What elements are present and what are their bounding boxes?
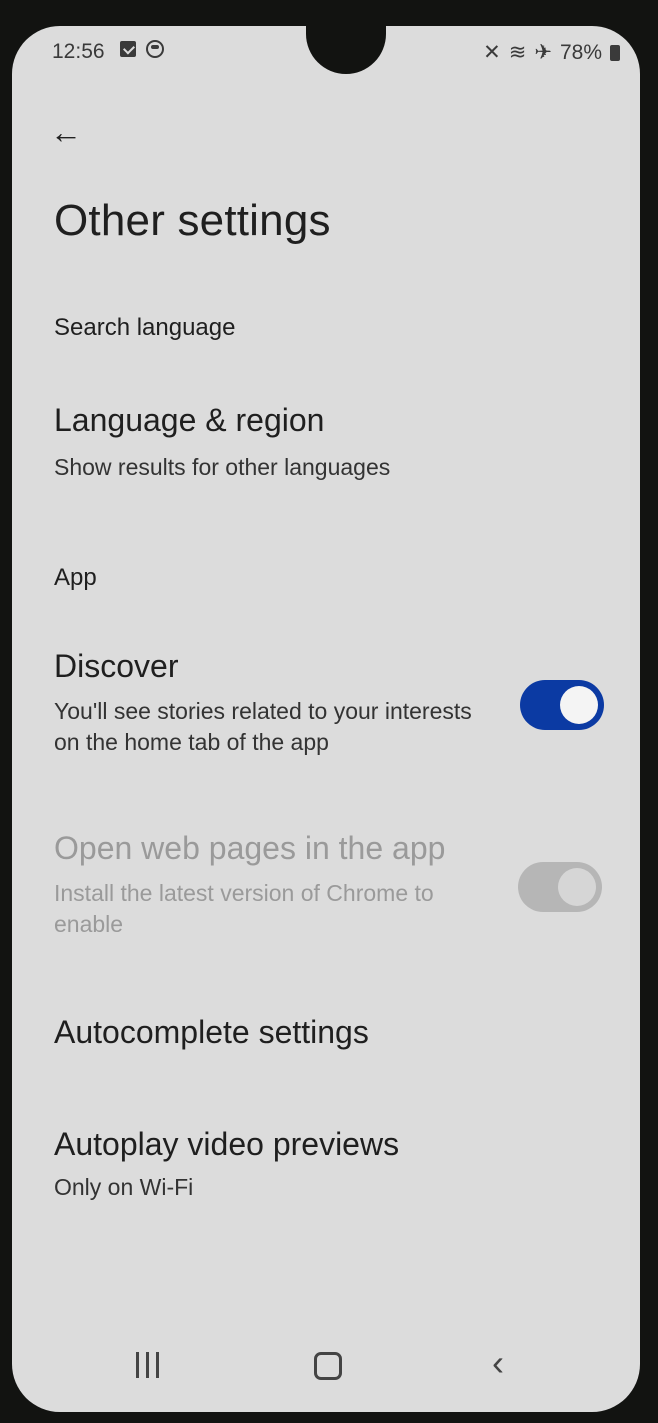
setting-title: Discover — [54, 648, 179, 684]
app-screen: 12:56 ✕ ≋ ✈ 78% ← Other settings Search … — [12, 26, 640, 1412]
setting-subtitle: Only on Wi-Fi — [54, 1174, 194, 1200]
circle-icon — [146, 40, 164, 58]
setting-discover[interactable]: Discover You'll see stories related to y… — [12, 636, 640, 776]
setting-autoplay[interactable]: Autoplay video previews Only on Wi-Fi — [12, 1114, 640, 1224]
section-header-search-language: Search language — [54, 314, 236, 341]
setting-subtitle: Install the latest version of Chrome to … — [54, 880, 434, 937]
back-arrow-icon: ← — [50, 114, 82, 150]
navigation-bar: ‹ — [12, 1322, 640, 1412]
chevron-left-icon: ‹ — [492, 1342, 504, 1383]
setting-language-region[interactable]: Language & region Show results for other… — [12, 386, 640, 496]
checkbox-icon — [120, 41, 136, 57]
recents-button[interactable] — [136, 1352, 159, 1378]
status-time: 12:56 — [52, 40, 105, 63]
discover-toggle[interactable] — [520, 680, 604, 730]
home-button[interactable] — [314, 1352, 342, 1380]
toggle-knob — [558, 868, 596, 906]
page-title: Other settings — [54, 196, 331, 245]
airplane-icon: ✈ — [534, 41, 552, 64]
setting-title: Autocomplete settings — [54, 1014, 369, 1050]
setting-title: Autoplay video previews — [54, 1126, 400, 1162]
open-web-pages-toggle — [518, 862, 602, 912]
setting-subtitle: You'll see stories related to your inter… — [54, 698, 472, 755]
setting-autocomplete[interactable]: Autocomplete settings — [12, 1002, 640, 1072]
setting-open-web-pages: Open web pages in the app Install the la… — [12, 822, 640, 962]
battery-icon — [610, 44, 620, 61]
toggle-knob — [560, 686, 598, 724]
status-bar: 12:56 ✕ ≋ ✈ 78% — [12, 38, 640, 72]
setting-title: Language & region — [54, 402, 325, 438]
nav-back-button[interactable]: ‹ — [492, 1342, 504, 1384]
setting-title: Open web pages in the app — [54, 830, 446, 866]
mute-icon: ✕ — [483, 41, 501, 64]
battery-percent: 78% — [559, 40, 602, 64]
back-button[interactable]: ← — [50, 110, 94, 154]
wifi-icon: ≋ — [508, 41, 527, 64]
section-header-app: App — [54, 564, 97, 591]
setting-subtitle: Show results for other languages — [54, 454, 391, 480]
